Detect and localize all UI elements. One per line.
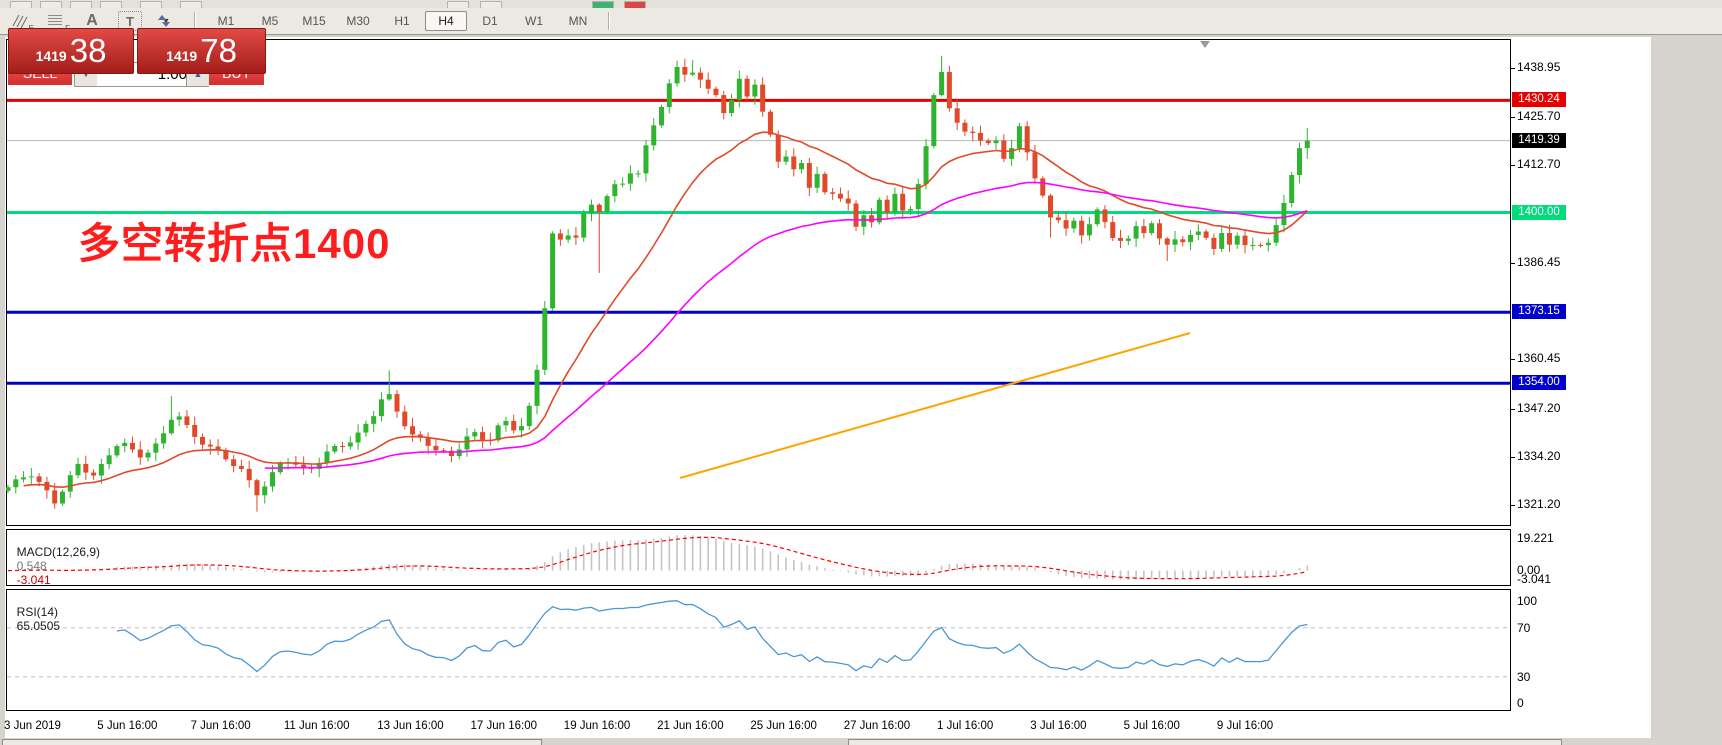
date-axis-label: 11 Jun 16:00: [284, 720, 350, 732]
rsi-axis-0: 0: [1517, 696, 1524, 710]
macd-axis-last: -3.041: [1517, 572, 1551, 586]
sell-underline: [8, 85, 72, 87]
buy-underline: [209, 85, 264, 87]
rsi-axis-70: 70: [1517, 621, 1530, 635]
date-axis-label: 13 Jun 16:00: [377, 720, 444, 732]
date-axis-label: 5 Jun 16:00: [97, 720, 157, 732]
price-badge: 1400.00: [1512, 205, 1566, 220]
sell-price-main: 1419: [36, 48, 67, 64]
date-axis-label: 27 Jun 16:00: [844, 720, 911, 732]
price-axis-label: 1334.20: [1517, 449, 1560, 463]
price-badge: 1430.24: [1512, 92, 1566, 107]
price-tick-mark: [1511, 505, 1515, 506]
toolbar-stub-icon: [70, 1, 92, 8]
timeframe-button-w1[interactable]: W1: [513, 11, 555, 31]
price-tick-mark: [1511, 409, 1515, 410]
date-axis-label: 1 Jul 16:00: [937, 720, 993, 732]
price-badge: 1419.39: [1512, 133, 1566, 148]
chart-tab[interactable]: [848, 739, 1562, 745]
price-tick-mark: [1511, 68, 1515, 69]
price-tick-mark: [1511, 117, 1515, 118]
chart-tabs-strip: [0, 738, 1722, 744]
price-axis-label: 1412.70: [1517, 157, 1560, 171]
macd-main-value: 0.548: [17, 559, 47, 573]
timeframe-button-m15[interactable]: M15: [293, 11, 335, 31]
sell-price-box[interactable]: 1419 38: [8, 28, 134, 74]
timeframe-button-mn[interactable]: MN: [557, 11, 599, 31]
timeframe-button-h4[interactable]: H4: [425, 11, 467, 31]
date-axis-label: 5 Jul 16:00: [1124, 720, 1180, 732]
price-axis-label: 1360.45: [1517, 351, 1560, 365]
timeframe-button-m30[interactable]: M30: [337, 11, 379, 31]
date-axis-label: 7 Jun 16:00: [191, 720, 251, 732]
price-axis-label: 1321.20: [1517, 497, 1560, 511]
rsi-axis-100: 100: [1517, 594, 1537, 608]
price-axis-label: 1347.20: [1517, 401, 1560, 415]
date-axis-label: 25 Jun 16:00: [750, 720, 817, 732]
toolbar-stub-icon: [10, 1, 32, 8]
price-tick-mark: [1511, 457, 1515, 458]
timeframe-button-h1[interactable]: H1: [381, 11, 423, 31]
macd-label: MACD(12,26,9) 0.548 -3.041: [10, 531, 100, 587]
price-axis-label: 1386.45: [1517, 255, 1560, 269]
buy-price-main: 1419: [166, 48, 197, 64]
toolbar-stub-icon: [447, 1, 469, 8]
toolbar-stub-icon: [180, 1, 202, 8]
price-tick-mark: [1511, 165, 1515, 166]
toolbar-separator: [608, 12, 610, 30]
price-tick-mark: [1511, 359, 1515, 360]
rsi-value: 65.0505: [17, 619, 60, 633]
macd-axis-max: 19.221: [1517, 531, 1554, 545]
timeframe-button-d1[interactable]: D1: [469, 11, 511, 31]
macd-pane[interactable]: [6, 529, 1511, 586]
toolbar-stub-icon: [624, 1, 646, 8]
toolbar-stub-icon: [592, 1, 614, 8]
price-axis-label: 1425.70: [1517, 109, 1560, 123]
date-axis-label: 19 Jun 16:00: [564, 720, 631, 732]
buy-price-box[interactable]: 1419 78: [137, 28, 266, 74]
price-badge: 1373.15: [1512, 304, 1566, 319]
date-axis-label: 3 Jun 2019: [4, 720, 61, 732]
rsi-axis-30: 30: [1517, 670, 1530, 684]
buy-price-pips: 78: [200, 32, 237, 70]
rsi-pane[interactable]: [6, 589, 1511, 711]
price-badge: 1354.00: [1512, 375, 1566, 390]
price-pane[interactable]: [6, 39, 1511, 526]
date-axis-label: 17 Jun 16:00: [471, 720, 538, 732]
toolbar-stub-icon: [100, 1, 122, 8]
chart-annotation-text: 多空转折点1400: [78, 210, 390, 271]
price-axis-label: 1438.95: [1517, 60, 1560, 74]
sell-price-pips: 38: [70, 32, 107, 70]
toolbar-stub-icon: [480, 1, 502, 8]
rsi-label: RSI(14) 65.0505: [10, 591, 60, 633]
date-axis-label: 9 Jul 16:00: [1217, 720, 1273, 732]
toolbar-stub-icon: [40, 1, 62, 8]
toolbar-stub-icon: [140, 1, 162, 8]
chart-tab[interactable]: [2, 739, 542, 745]
macd-signal-value: -3.041: [17, 573, 51, 587]
date-axis-label: 21 Jun 16:00: [657, 720, 724, 732]
price-tick-mark: [1511, 263, 1515, 264]
date-axis-label: 3 Jul 16:00: [1030, 720, 1086, 732]
